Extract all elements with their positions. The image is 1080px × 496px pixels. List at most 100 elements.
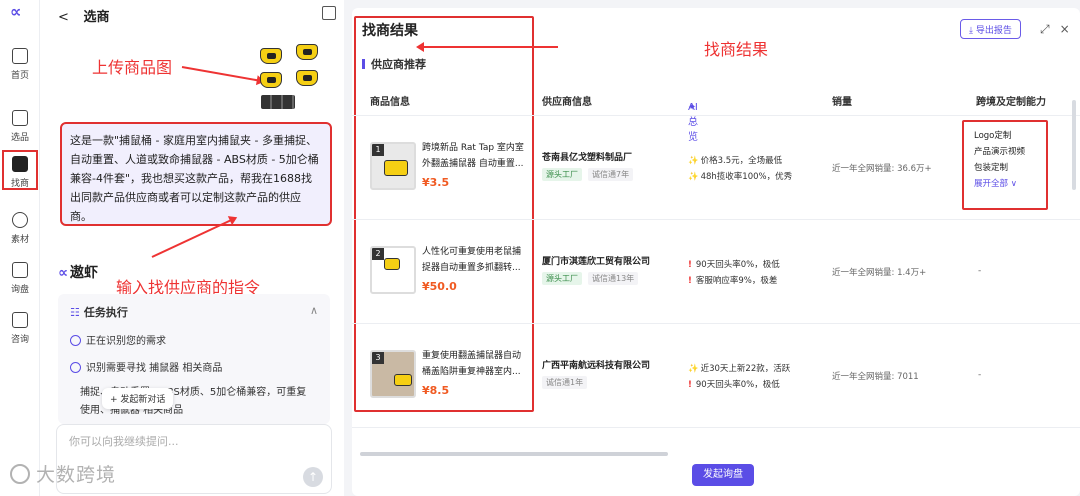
warning-icon: ! [688,276,692,286]
check-circle-icon [70,362,81,373]
product-name[interactable]: 人性化可重复使用老鼠捕捉器自动重置多抓翻转... [422,244,526,276]
back-button[interactable]: < [58,10,69,25]
nav-inquiry-label: 询盘 [10,285,29,295]
capability-list: Logo定制 产品演示视频 包装定制 展开全部 ∨ [962,120,1048,210]
table-row[interactable]: 2 人性化可重复使用老鼠捕捉器自动重置多抓翻转... ¥50.0 厦门市淇莲欣工… [352,220,1080,324]
check-circle-icon [70,335,81,346]
ai-summary-line: ! 90天回头率0%，极低 [688,378,780,390]
ai-summary-text: 90天回头率0%，极低 [695,260,780,270]
agent-name-text: 遨虾 [69,265,98,281]
table-row[interactable]: 3 重复使用翻盖捕鼠器自动桶盖陷阱重复神器室内... ¥8.5 广西平南航远科技… [352,324,1080,428]
panel-header: < 选商 [58,6,109,25]
product-name[interactable]: 跨境新品 Rat Tap 室内室外翻盖捕鼠器 自动重置... [422,140,526,172]
agent-logo-icon: ∝ [58,265,68,281]
export-report-button[interactable]: ⤓ 导出报告 [960,19,1021,39]
ai-summary-text: 价格3.5元，全场最低 [700,156,783,166]
supplier-icon [12,156,28,172]
nav-consult-label: 咨询 [10,335,29,345]
nav-inquiry[interactable]: 询盘 [2,258,38,298]
supplier-name[interactable]: 厦门市淇莲欣工贸有限公司 [542,254,650,267]
annotation-arrow-results [418,46,558,48]
app-window: ∝ 首页 选品 找商 素材 询盘 咨询 < 选商 上传商品图 这是一款"捕鼠桶 … [0,0,1080,496]
sparkle-icon: ✨ [688,364,699,374]
ai-summary-text: 近30天上新22款，活跃 [700,364,791,374]
nav-material[interactable]: 素材 [2,208,38,248]
app-logo-icon[interactable]: ∝ [10,4,32,20]
supplier-name[interactable]: 苍南县亿戈塑料制品厂 [542,150,632,163]
trap-image-part [260,72,282,88]
shopping-bag-icon [12,110,28,126]
palette-icon [12,212,28,228]
uploaded-product-image [258,44,334,114]
ai-summary-text: 客服响应率9%，极差 [695,276,778,286]
sales-volume: 近一年全网销量: 1.4万+ [832,268,927,278]
capability-item: Logo定制 [974,131,1012,141]
rank-badge: 3 [372,352,384,364]
task-panel: ☷ 任务执行 ∧ 正在识别您的需求 识别需要寻找 捕鼠器 相关商品 捕捉、自动重置… [58,294,330,424]
warning-icon: ! [688,260,692,270]
sales-volume: 近一年全网销量: 36.6万+ [832,164,932,174]
sparkle-icon: ✨ [688,156,699,166]
book-icon [12,312,28,328]
product-price: ¥8.5 [422,384,450,397]
supplier-name[interactable]: 广西平南航远科技有限公司 [542,358,650,371]
product-thumbnail[interactable]: 1 [370,142,416,190]
table-row[interactable]: 1 跨境新品 Rat Tap 室内室外翻盖捕鼠器 自动重置... ¥3.5 苍南… [352,116,1080,220]
task-item: 识别需要寻找 捕鼠器 相关商品 [70,359,318,374]
share-icon[interactable] [322,6,336,20]
expand-icon[interactable]: ⤢ [1040,22,1060,36]
product-name[interactable]: 重复使用翻盖捕鼠器自动桶盖陷阱重复神器室内... [422,348,526,380]
capability-item: 产品演示视频 [974,147,1026,157]
sparkle-icon: ✨ [688,172,699,182]
chat-input[interactable] [57,425,297,458]
annotation-results: 找商结果 [704,40,769,59]
horizontal-scrollbar[interactable] [360,452,668,456]
task-item: 正在识别您的需求 [70,332,318,347]
capability-empty: - [978,370,982,380]
nav-home[interactable]: 首页 [2,44,38,84]
task-label: 正在识别您的需求 [86,336,166,347]
user-prompt-message: 这是一款"捕鼠桶 - 家庭用室内捕鼠夹 - 多重捕捉、自动重置、人道或致命捕鼠器… [60,122,332,226]
expand-all-link[interactable]: 展开全部 ∨ [974,176,1036,192]
header-sales: 销量 [832,97,852,108]
send-arrow-icon[interactable]: ↑ [303,467,323,487]
nav-home-label: 首页 [10,71,29,81]
task-label: 识别需要寻找 捕鼠器 相关商品 [86,363,223,374]
nav-find-supplier[interactable]: 找商 [2,150,38,190]
warning-icon: ! [688,380,692,390]
send-inquiry-button[interactable]: 发起询盘 [692,464,754,486]
results-title: 找商结果 [362,23,418,39]
trap-image-part [260,48,282,64]
factory-badge: 源头工厂 [542,168,582,181]
chevron-up-icon[interactable]: ∧ [310,304,318,317]
new-chat-button[interactable]: + 发起新对话 [102,388,174,409]
nav-product-select[interactable]: 选品 [2,106,38,146]
window-controls: ⤢× [1040,22,1080,37]
watermark: 大数跨境 [10,460,116,487]
nav-material-label: 素材 [10,235,29,245]
nav-product-select-label: 选品 [10,133,29,143]
product-price: ¥50.0 [422,280,457,293]
header-supplier: 供应商信息 [542,97,592,108]
table-header: 商品信息 供应商信息 ✦ AI总览 销量 跨境及定制能力 [352,84,1080,143]
product-thumbnail[interactable]: 3 [370,350,416,398]
vertical-scrollbar[interactable] [1072,100,1076,190]
watermark-text: 大数跨境 [36,464,117,486]
header-product: 商品信息 [370,97,410,108]
list-icon: ☷ [70,306,80,319]
nav-consult[interactable]: 咨询 [2,308,38,348]
nav-find-supplier-label: 找商 [10,179,29,189]
close-icon[interactable]: × [1060,22,1080,36]
task-panel-header: ☷ 任务执行 [70,304,318,320]
annotation-arrow-upload [181,66,263,83]
product-price: ¥3.5 [422,176,450,189]
download-icon: ⤓ [969,26,976,36]
chat-panel: < 选商 上传商品图 这是一款"捕鼠桶 - 家庭用室内捕鼠夹 - 多重捕捉、自动… [40,0,344,496]
ai-summary-text: 90天回头率0%，极低 [695,380,780,390]
new-chat-label: 发起新对话 [120,395,166,405]
ai-summary-line: ✨ 价格3.5元，全场最低 [688,154,782,166]
product-image-shape [384,160,408,176]
agent-name: ∝ 遨虾 [58,262,98,282]
rank-badge: 1 [372,144,384,156]
product-thumbnail[interactable]: 2 [370,246,416,294]
